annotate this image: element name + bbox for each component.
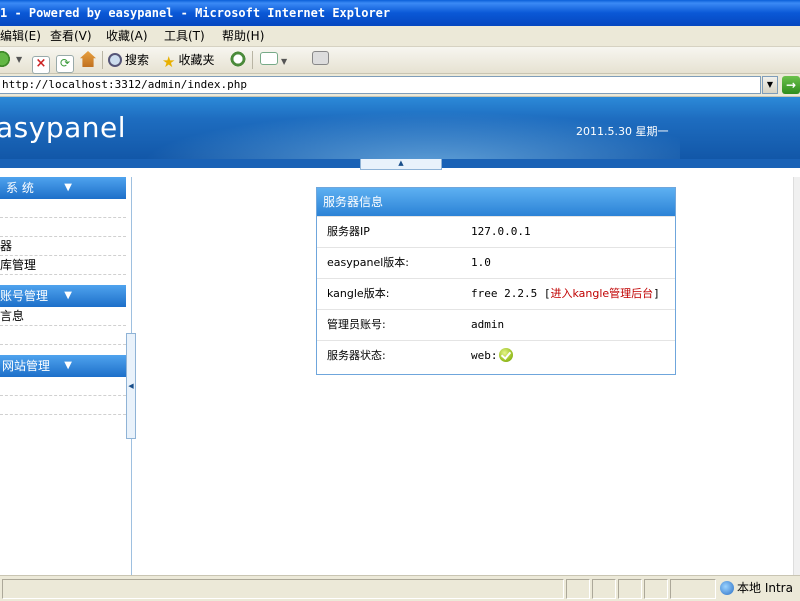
- address-dropdown-icon[interactable]: ▼: [762, 76, 778, 94]
- zone-label: 本地 Intra: [737, 581, 793, 595]
- sidebar-item[interactable]: [0, 218, 126, 237]
- collapse-header-handle-icon[interactable]: ▲: [360, 159, 442, 170]
- home-icon: [80, 51, 96, 67]
- kangle-version: free 2.2.5: [471, 287, 538, 300]
- local-intranet-icon: [720, 581, 734, 595]
- toolbar-separator: [252, 51, 253, 69]
- status-pane: [566, 579, 590, 599]
- address-bar: http://localhost:3312/admin/index.php ▼ …: [0, 74, 800, 97]
- window-title-bar[interactable]: 1 - Powered by easypanel - Microsoft Int…: [0, 0, 800, 26]
- info-value: web:: [471, 341, 513, 371]
- table-row: 管理员账号: admin: [317, 309, 675, 340]
- back-dropdown-icon[interactable]: ▼: [16, 50, 22, 70]
- address-input[interactable]: http://localhost:3312/admin/index.php: [0, 76, 761, 94]
- status-pane: [644, 579, 668, 599]
- info-label: 服务器状态:: [327, 349, 386, 362]
- server-info-panel: 服务器信息 服务器IP 127.0.0.1 easypanel版本: 1.0 k…: [316, 187, 676, 375]
- favorites-star-icon: ★: [162, 53, 176, 71]
- search-icon: [108, 53, 122, 67]
- info-value: 127.0.0.1: [471, 225, 531, 238]
- status-ok-check-icon: [498, 348, 513, 362]
- info-label: 管理员账号:: [327, 318, 386, 331]
- sidebar-item[interactable]: [0, 199, 126, 218]
- status-pane: [618, 579, 642, 599]
- menu-help[interactable]: 帮助(H): [222, 26, 264, 46]
- menu-bar: 编辑(E) 查看(V) 收藏(A) 工具(T) 帮助(H): [0, 26, 800, 47]
- sidebar-item-label: 言息: [0, 309, 25, 323]
- stop-icon: [32, 56, 50, 74]
- chevron-down-icon: ▼: [64, 182, 72, 193]
- security-zone: 本地 Intra: [720, 579, 793, 597]
- refresh-button[interactable]: ⟳: [56, 50, 77, 73]
- page-scrollbar[interactable]: [793, 177, 800, 575]
- sidebar-section-accounts[interactable]: 账号管理 ▼: [0, 285, 126, 307]
- print-button[interactable]: [312, 50, 332, 70]
- table-row: easypanel版本: 1.0: [317, 247, 675, 278]
- web-status-label: web:: [471, 349, 498, 362]
- table-row: 服务器IP 127.0.0.1: [317, 216, 675, 247]
- mail-button[interactable]: ▼: [260, 50, 287, 70]
- go-arrow-icon[interactable]: →: [782, 76, 800, 94]
- sidebar-item[interactable]: [0, 396, 126, 415]
- home-button[interactable]: [80, 50, 99, 70]
- toolbar: ▼ ⟳ 搜索 ★收藏夹 ▼: [0, 47, 800, 74]
- site-logo: asypanel: [0, 111, 126, 144]
- sidebar-item[interactable]: 库管理: [0, 256, 126, 275]
- stop-button[interactable]: [32, 50, 53, 74]
- sidebar-item-label: 库管理: [0, 258, 37, 272]
- info-label: easypanel版本:: [327, 256, 409, 269]
- status-pane: [2, 579, 564, 599]
- toolbar-separator: [102, 51, 103, 69]
- server-info-title: 服务器信息: [317, 188, 675, 216]
- banner-date: 2011.5.30 星期一: [576, 125, 669, 138]
- collapse-sidebar-handle-icon[interactable]: ◀: [126, 333, 136, 439]
- print-icon: [312, 51, 329, 65]
- bracket-close: ]: [653, 287, 660, 300]
- back-button[interactable]: [0, 50, 13, 70]
- sidebar-item[interactable]: [0, 377, 126, 396]
- search-label: 搜索: [125, 53, 150, 67]
- chevron-down-icon: ▼: [64, 290, 72, 301]
- sidebar: 系 统 ▼ 器 库管理 账号管理 ▼ 言息 网站管理 ▼: [0, 177, 126, 575]
- back-arrow-icon: [0, 51, 10, 67]
- info-value: admin: [471, 318, 505, 331]
- table-row: 服务器状态: web:: [317, 340, 675, 371]
- mail-dropdown-icon: ▼: [281, 57, 288, 66]
- menu-favorites[interactable]: 收藏(A): [106, 26, 148, 46]
- sidebar-item-label: 器: [0, 239, 13, 253]
- menu-tools[interactable]: 工具(T): [164, 26, 205, 46]
- info-value: 1.0: [471, 256, 491, 269]
- sidebar-section-title: 系 统: [6, 181, 34, 195]
- sidebar-section-sites[interactable]: 网站管理 ▼: [0, 355, 126, 377]
- status-pane: [670, 579, 716, 599]
- mail-icon: [260, 52, 278, 65]
- window-title: 1 - Powered by easypanel - Microsoft Int…: [0, 6, 391, 20]
- page-viewport: asypanel 2011.5.30 星期一 ▲ 系 统 ▼ 器 库管理 账号管…: [0, 97, 800, 575]
- sidebar-section-title: 账号管理: [0, 289, 49, 303]
- favorites-label: 收藏夹: [178, 53, 215, 67]
- table-row: kangle版本: free 2.2.5 [进入kangle管理后台]: [317, 278, 675, 309]
- sidebar-item[interactable]: 言息: [0, 307, 126, 326]
- sidebar-section-system[interactable]: 系 统 ▼: [0, 177, 126, 199]
- history-button[interactable]: [230, 50, 249, 70]
- status-pane: [592, 579, 616, 599]
- refresh-icon: ⟳: [56, 55, 74, 73]
- info-value: free 2.2.5 [进入kangle管理后台]: [471, 279, 660, 309]
- kangle-admin-link[interactable]: 进入kangle管理后台: [550, 287, 653, 300]
- chevron-down-icon: ▼: [64, 360, 72, 371]
- menu-edit[interactable]: 编辑(E): [0, 26, 41, 46]
- header-banner: asypanel 2011.5.30 星期一: [0, 97, 800, 159]
- status-bar: 本地 Intra: [0, 575, 800, 601]
- info-label: kangle版本:: [327, 287, 390, 300]
- history-icon: [230, 51, 246, 67]
- menu-view[interactable]: 查看(V): [50, 26, 92, 46]
- sidebar-item[interactable]: [0, 326, 126, 345]
- search-button[interactable]: 搜索: [108, 50, 149, 70]
- favorites-button[interactable]: ★ 收藏夹: [162, 50, 215, 71]
- info-label: 服务器IP: [327, 225, 370, 238]
- sidebar-section-title: 网站管理: [2, 359, 51, 373]
- sidebar-item[interactable]: 器: [0, 237, 126, 256]
